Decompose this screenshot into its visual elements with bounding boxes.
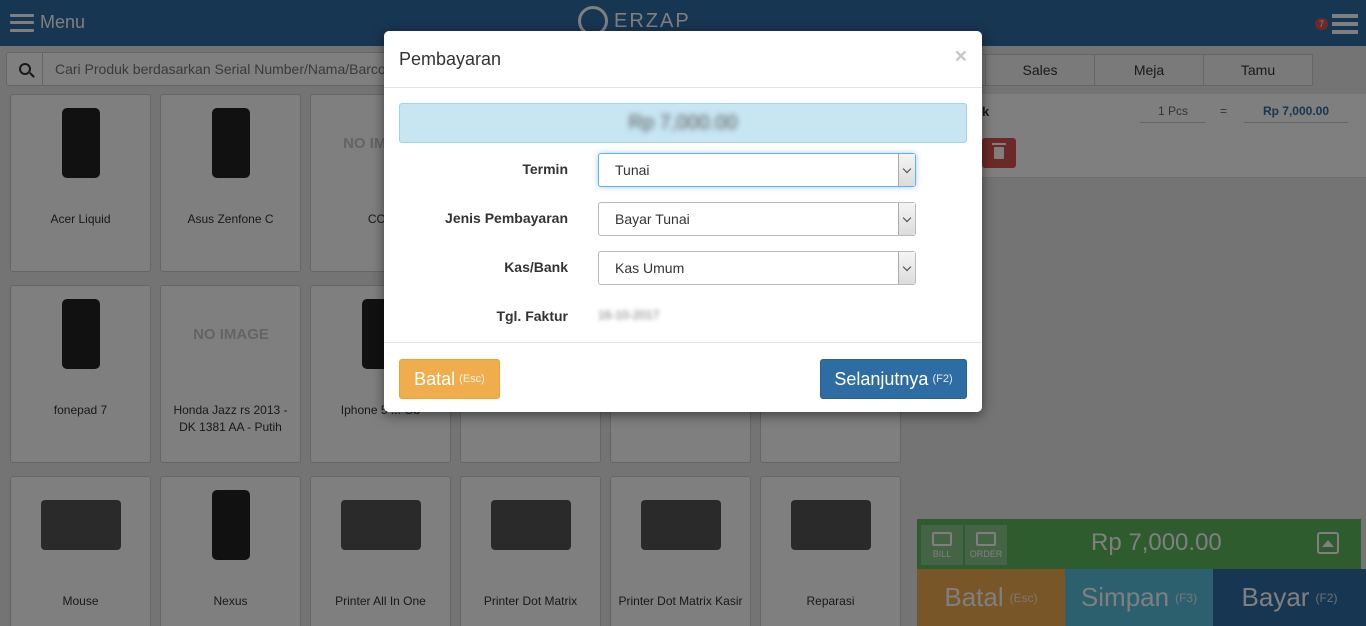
termin-value: Tunai bbox=[615, 162, 650, 178]
cancel-label: Batal bbox=[414, 368, 456, 389]
jenis-pembayaran-value: Bayar Tunai bbox=[615, 211, 690, 227]
close-icon[interactable]: × bbox=[955, 45, 967, 69]
tgl-faktur-row: Tgl. Faktur 16-10-2017 bbox=[384, 300, 982, 334]
modal-title: Pembayaran bbox=[399, 49, 502, 69]
modal-header: Pembayaran × bbox=[384, 31, 982, 88]
next-button[interactable]: Selanjutnya (F2) bbox=[820, 359, 967, 399]
kas-bank-label: Kas/Bank bbox=[504, 259, 568, 275]
cancel-hint: (Esc) bbox=[459, 373, 485, 385]
kas-bank-select[interactable]: Kas Umum bbox=[598, 251, 916, 285]
chevron-down-icon bbox=[898, 252, 915, 284]
tgl-faktur-value: 16-10-2017 bbox=[598, 308, 660, 322]
payment-amount: Rp 7,000.00 bbox=[628, 111, 738, 134]
next-hint: (F2) bbox=[932, 373, 953, 385]
jenis-pembayaran-select[interactable]: Bayar Tunai bbox=[598, 202, 916, 236]
termin-row: Termin Tunai bbox=[384, 153, 982, 187]
jenis-pembayaran-label: Jenis Pembayaran bbox=[445, 210, 568, 226]
payment-amount-box: Rp 7,000.00 bbox=[399, 103, 967, 143]
chevron-down-icon bbox=[898, 154, 915, 186]
modal-footer: Batal (Esc) Selanjutnya (F2) bbox=[384, 342, 982, 412]
tgl-faktur-label: Tgl. Faktur bbox=[496, 308, 568, 324]
jenis-pembayaran-row: Jenis Pembayaran Bayar Tunai bbox=[384, 202, 982, 236]
next-label: Selanjutnya bbox=[834, 368, 929, 389]
kas-bank-value: Kas Umum bbox=[615, 260, 685, 276]
termin-select[interactable]: Tunai bbox=[598, 153, 916, 187]
payment-modal: Pembayaran × Rp 7,000.00 Termin Tunai Je… bbox=[384, 31, 982, 412]
chevron-down-icon bbox=[898, 203, 915, 235]
cancel-button[interactable]: Batal (Esc) bbox=[399, 359, 500, 399]
kas-bank-row: Kas/Bank Kas Umum bbox=[384, 251, 982, 285]
termin-label: Termin bbox=[522, 161, 568, 177]
